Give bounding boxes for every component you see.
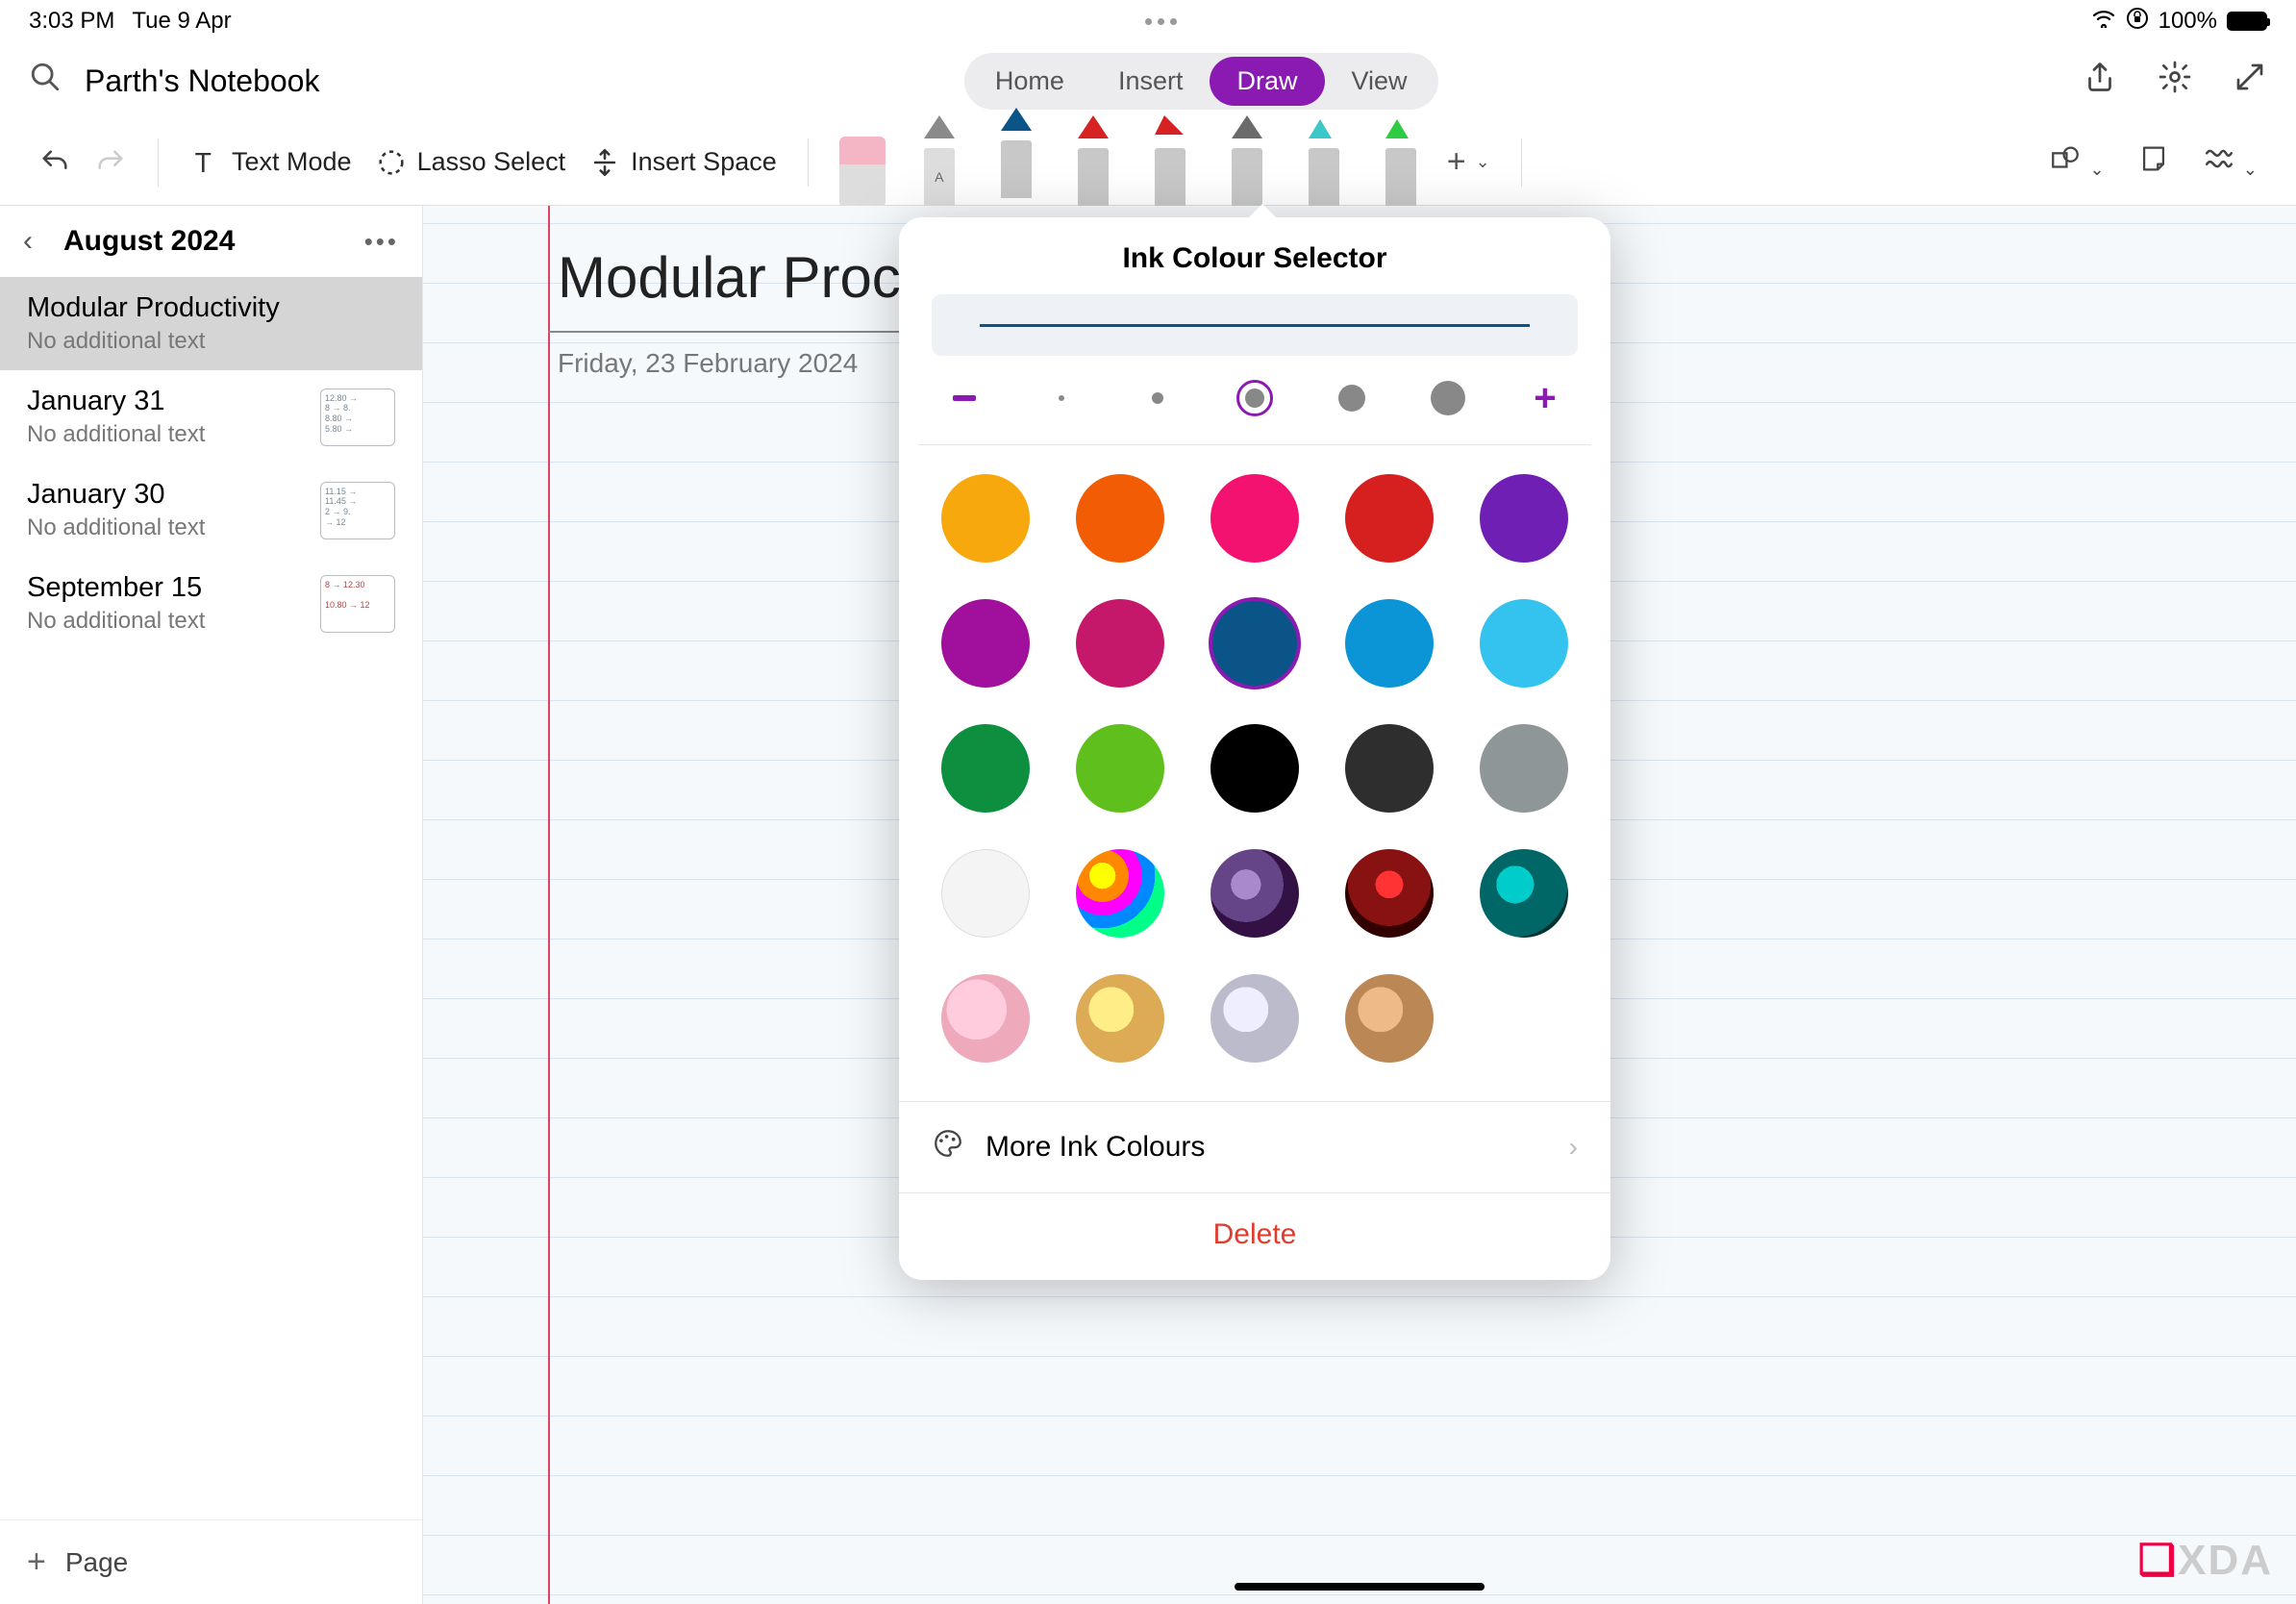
thickness-decrease[interactable]	[941, 375, 987, 421]
color-grid	[899, 445, 1610, 1101]
color-swatch-5[interactable]	[941, 599, 1030, 688]
insert-space-button[interactable]: Insert Space	[588, 146, 777, 179]
draw-toolbar: TText Mode Lasso Select Insert Space A +…	[0, 119, 2296, 206]
pen-blue-tool[interactable]	[993, 129, 1039, 198]
settings-icon[interactable]	[2158, 60, 2192, 102]
color-swatch-21[interactable]	[1076, 974, 1164, 1063]
color-swatch-12[interactable]	[1210, 724, 1299, 813]
color-swatch-19[interactable]	[1480, 849, 1568, 938]
color-swatch-1[interactable]	[1076, 474, 1164, 563]
thickness-option-5[interactable]	[1425, 375, 1471, 421]
page-thumbnail: 8 → 12.3010.80 → 12	[320, 575, 395, 633]
watermark: ❑XDA	[2138, 1536, 2273, 1585]
home-indicator[interactable]	[1235, 1583, 1485, 1591]
note-title[interactable]: Modular Proc	[558, 244, 901, 311]
ink-color-popover: Ink Colour Selector + More Ink Colours ›	[899, 217, 1610, 1280]
highlighter-teal-tool[interactable]	[1301, 137, 1347, 206]
page-thumbnail: 11.15 →11.45 →2 → 9.→ 12	[320, 482, 395, 539]
svg-text:T: T	[195, 147, 212, 178]
color-swatch-13[interactable]	[1345, 724, 1434, 813]
page-item[interactable]: January 30No additional text 11.15 →11.4…	[0, 464, 422, 557]
color-swatch-14[interactable]	[1480, 724, 1568, 813]
status-bar: 3:03 PM Tue 9 Apr 100%	[0, 0, 2296, 42]
color-swatch-0[interactable]	[941, 474, 1030, 563]
page-item[interactable]: Modular ProductivityNo additional text	[0, 277, 422, 370]
stroke-preview	[932, 294, 1578, 356]
orientation-lock-icon	[2126, 7, 2149, 36]
color-swatch-18[interactable]	[1345, 849, 1434, 938]
color-swatch-11[interactable]	[1076, 724, 1164, 813]
sticky-note-button[interactable]	[2137, 142, 2170, 183]
undo-button[interactable]	[38, 146, 71, 179]
search-icon[interactable]	[29, 61, 62, 102]
plus-icon: +	[27, 1543, 46, 1581]
section-more-button[interactable]: •••	[364, 227, 399, 257]
note-canvas[interactable]: Modular Proc Friday, 23 February 2024 In…	[423, 206, 2296, 1604]
color-swatch-8[interactable]	[1345, 599, 1434, 688]
page-item[interactable]: September 15No additional text 8 → 12.30…	[0, 557, 422, 650]
page-thumbnail: 12.80 →8 → 8.8.80 →5.80 →	[320, 388, 395, 446]
eraser-tool[interactable]	[839, 137, 886, 206]
page-sidebar: ‹ August 2024 ••• Modular ProductivityNo…	[0, 206, 423, 1604]
tab-bar: Home Insert Draw View	[964, 53, 1438, 110]
color-swatch-20[interactable]	[941, 974, 1030, 1063]
note-date: Friday, 23 February 2024	[558, 348, 858, 379]
page-list[interactable]: Modular ProductivityNo additional text J…	[0, 277, 422, 1519]
battery-icon	[2227, 12, 2267, 31]
section-title[interactable]: August 2024	[63, 225, 345, 258]
more-ink-colors-button[interactable]: More Ink Colours ›	[899, 1102, 1610, 1192]
color-swatch-22[interactable]	[1210, 974, 1299, 1063]
thickness-option-3[interactable]	[1232, 375, 1278, 421]
status-time: 3:03 PM	[29, 8, 114, 35]
lasso-select-button[interactable]: Lasso Select	[375, 146, 566, 179]
notebook-title[interactable]: Parth's Notebook	[85, 63, 319, 99]
share-icon[interactable]	[2083, 60, 2117, 102]
color-swatch-6[interactable]	[1076, 599, 1164, 688]
color-swatch-10[interactable]	[941, 724, 1030, 813]
chevron-right-icon: ›	[1569, 1132, 1578, 1163]
pencil-gray-tool[interactable]	[1224, 137, 1270, 206]
thickness-option-2[interactable]	[1135, 375, 1181, 421]
status-date: Tue 9 Apr	[132, 8, 231, 35]
thickness-option-1[interactable]	[1038, 375, 1085, 421]
text-mode-button[interactable]: TText Mode	[189, 146, 352, 179]
add-pen-button[interactable]: + ⌄	[1447, 143, 1490, 181]
color-swatch-17[interactable]	[1210, 849, 1299, 938]
palette-icon	[932, 1127, 964, 1167]
thickness-increase[interactable]: +	[1522, 375, 1568, 421]
color-swatch-7[interactable]	[1210, 599, 1299, 688]
multitask-dots[interactable]	[232, 18, 2091, 25]
tab-home[interactable]: Home	[968, 57, 1091, 106]
tab-insert[interactable]: Insert	[1091, 57, 1210, 106]
thickness-option-4[interactable]	[1329, 375, 1375, 421]
color-swatch-3[interactable]	[1345, 474, 1434, 563]
delete-button[interactable]: Delete	[899, 1192, 1610, 1280]
ink-to-shape-button[interactable]: ⌄	[2203, 142, 2258, 183]
shapes-button[interactable]: ⌄	[2049, 142, 2104, 183]
add-page-button[interactable]: + Page	[0, 1519, 422, 1604]
page-item[interactable]: January 31No additional text 12.80 →8 → …	[0, 370, 422, 464]
marker-red-tool[interactable]	[1147, 137, 1193, 206]
color-swatch-15[interactable]	[941, 849, 1030, 938]
tab-view[interactable]: View	[1325, 57, 1435, 106]
fullscreen-icon[interactable]	[2233, 60, 2267, 102]
title-bar: Parth's Notebook Home Insert Draw View	[0, 42, 2296, 119]
tab-draw[interactable]: Draw	[1210, 57, 1324, 106]
color-swatch-9[interactable]	[1480, 599, 1568, 688]
wifi-icon	[2091, 9, 2116, 34]
battery-percent: 100%	[2159, 8, 2217, 35]
thickness-selector: +	[899, 375, 1610, 444]
popover-title: Ink Colour Selector	[899, 217, 1610, 294]
pen-tray: A	[839, 119, 1424, 206]
pen-red-tool[interactable]	[1070, 137, 1116, 206]
color-swatch-2[interactable]	[1210, 474, 1299, 563]
back-button[interactable]: ‹	[23, 225, 33, 258]
pencil-tool[interactable]: A	[916, 137, 962, 206]
color-swatch-23[interactable]	[1345, 974, 1434, 1063]
highlighter-green-tool[interactable]	[1378, 137, 1424, 206]
color-swatch-16[interactable]	[1076, 849, 1164, 938]
redo-button[interactable]	[94, 146, 127, 179]
color-swatch-4[interactable]	[1480, 474, 1568, 563]
